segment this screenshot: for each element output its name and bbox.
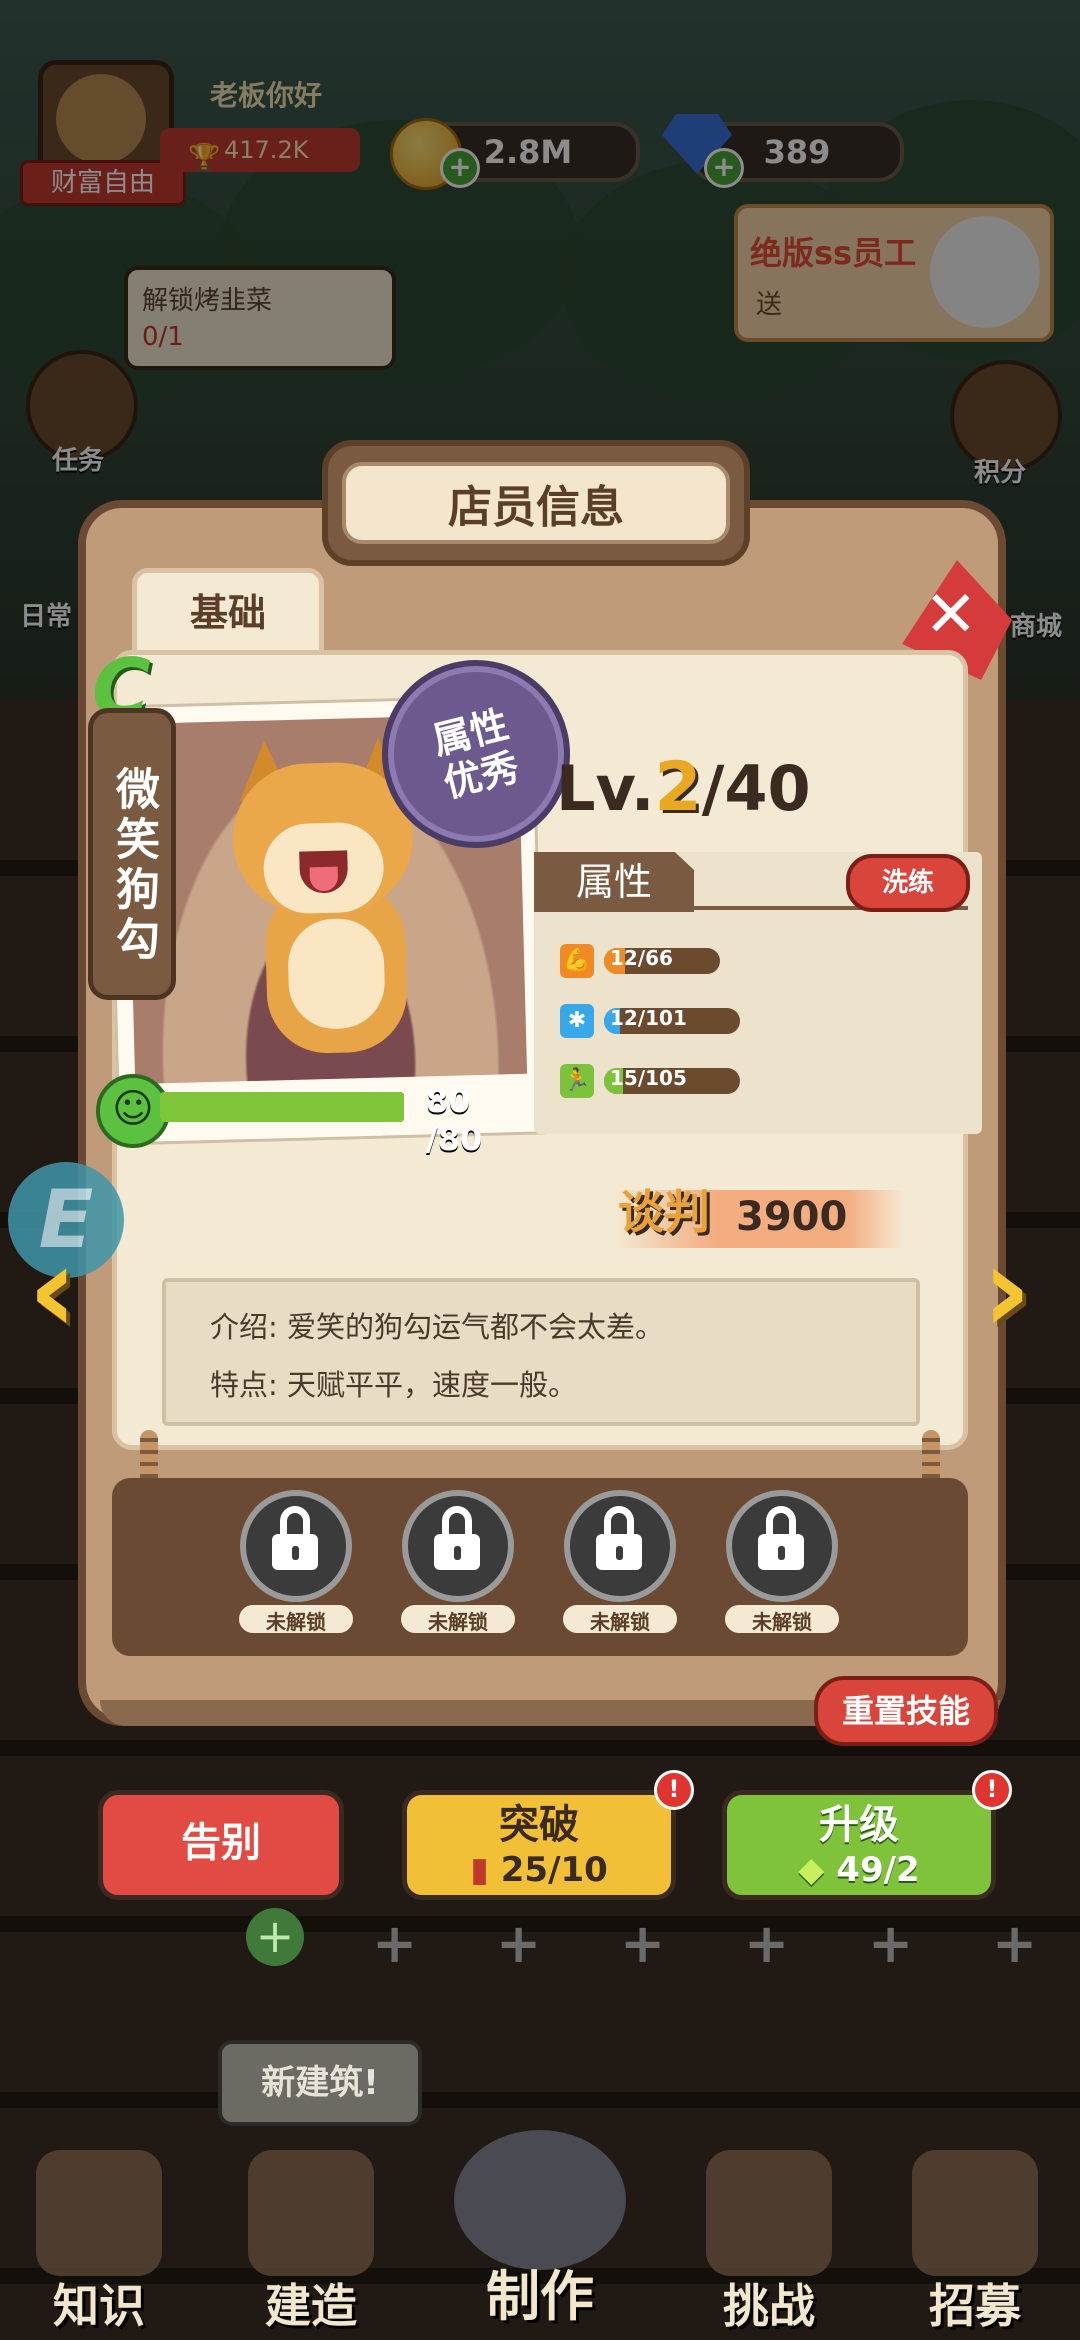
prev-staff-arrow[interactable]: ‹: [28, 1231, 98, 1351]
mood-track: [160, 1092, 404, 1122]
panel-title-plaque: 店员信息: [322, 440, 750, 566]
negotiate-value: 3900: [736, 1194, 848, 1240]
stat-value: 15/105: [610, 1066, 687, 1090]
staff-description: 介绍: 爱笑的狗勾运气都不会太差。 特点: 天赋平平，速度一般。: [162, 1278, 920, 1426]
skill-slot-2[interactable]: 未解锁: [398, 1490, 518, 1640]
smiley-icon: ☺: [96, 1074, 170, 1148]
breakthrough-button[interactable]: 突破 ▮ 25/10: [402, 1790, 676, 1900]
upgrade-cost-value: 49/2: [836, 1850, 920, 1890]
level-max: /40: [701, 752, 811, 825]
skill-status: 未解锁: [398, 1602, 518, 1636]
nav-build[interactable]: 建造: [226, 2140, 396, 2340]
green-gem-icon: ◆: [798, 1850, 825, 1890]
nav-craft-label: 制作: [486, 2265, 594, 2328]
nav-knowledge-label: 知识: [53, 2279, 145, 2333]
mood-value: 80 /80: [426, 1082, 483, 1158]
stat-value: 12/66: [610, 946, 673, 970]
upgrade-cost: ◆ 49/2: [727, 1849, 991, 1891]
farewell-button[interactable]: 告别: [98, 1790, 344, 1900]
lightbulb-icon: ✱: [560, 1004, 594, 1038]
nav-craft[interactable]: 制作: [430, 2100, 650, 2340]
stat-value: 12/101: [610, 1006, 687, 1030]
lock-icon: [758, 1506, 804, 1570]
new-building-bubble: 新建筑!: [218, 2040, 422, 2126]
breakthrough-cost: ▮ 25/10: [407, 1849, 671, 1891]
nav-recruit[interactable]: 招募: [890, 2140, 1060, 2340]
reroll-attributes-button[interactable]: 洗练: [846, 854, 970, 912]
shiba-dog-belly: [286, 917, 386, 1030]
lock-icon: [272, 1506, 318, 1570]
alert-icon: !: [654, 1770, 694, 1810]
panel-title: 店员信息: [342, 462, 730, 544]
staff-trait: 特点: 天赋平平，速度一般。: [210, 1368, 577, 1402]
add-room-icon[interactable]: +: [246, 1908, 304, 1966]
plus-icon: +: [620, 1912, 666, 1975]
nav-build-label: 建造: [265, 2279, 357, 2333]
running-icon: 🏃: [560, 1064, 594, 1098]
crossed-swords-icon: [706, 2150, 832, 2276]
plus-icon: +: [372, 1912, 418, 1975]
red-book-icon: ▮: [470, 1850, 489, 1890]
negotiate-label: 谈判: [618, 1185, 710, 1239]
upgrade-label: 升级: [819, 1802, 899, 1848]
mood-bar: ☺ 80 /80: [96, 1070, 536, 1158]
plus-icon: +: [868, 1912, 914, 1975]
stamp-text: 属性优秀: [428, 702, 524, 806]
staff-name: 微笑狗勾: [88, 708, 176, 1000]
attributes-tab: 属性: [534, 852, 694, 912]
breakthrough-cost-value: 25/10: [500, 1850, 608, 1890]
lock-icon: [434, 1506, 480, 1570]
nav-challenge[interactable]: 挑战: [684, 2140, 854, 2340]
hammer-icon: [248, 2150, 374, 2276]
scroll-icon: [36, 2150, 162, 2276]
level-prefix: Lv.: [556, 752, 655, 825]
lock-icon: [596, 1506, 642, 1570]
mood-fill: [160, 1092, 404, 1122]
cards-icon: [912, 2150, 1038, 2276]
skill-slot-3[interactable]: 未解锁: [560, 1490, 680, 1640]
level-current: 2: [654, 748, 702, 827]
skill-status: 未解锁: [722, 1602, 842, 1636]
arm-strength-icon: 💪: [560, 944, 594, 978]
skill-slot-4[interactable]: 未解锁: [722, 1490, 842, 1640]
nav-knowledge[interactable]: 知识: [14, 2140, 184, 2340]
skill-status: 未解锁: [236, 1602, 356, 1636]
upgrade-button[interactable]: 升级 ◆ 49/2: [722, 1790, 996, 1900]
reset-skills-button[interactable]: 重置技能: [814, 1676, 998, 1746]
alert-icon: !: [972, 1770, 1012, 1810]
plus-icon: +: [496, 1912, 542, 1975]
plus-icon: +: [992, 1912, 1038, 1975]
nav-challenge-label: 挑战: [723, 2279, 815, 2333]
close-icon: ✕: [924, 578, 978, 652]
plus-icon: +: [744, 1912, 790, 1975]
staff-level: Lv.2/40: [556, 748, 811, 827]
breakthrough-label: 突破: [499, 1802, 579, 1848]
stat-speed: 🏃 15/105: [560, 1062, 760, 1102]
next-staff-arrow[interactable]: ›: [982, 1231, 1052, 1351]
staff-intro: 介绍: 爱笑的狗勾运气都不会太差。: [210, 1310, 664, 1344]
cooking-pot-icon: [454, 2130, 626, 2270]
stat-strength: 💪 12/66: [560, 942, 760, 982]
nav-recruit-label: 招募: [929, 2279, 1021, 2333]
skill-status: 未解锁: [560, 1602, 680, 1636]
skill-slot-1[interactable]: 未解锁: [236, 1490, 356, 1640]
stat-intelligence: ✱ 12/101: [560, 1002, 760, 1042]
